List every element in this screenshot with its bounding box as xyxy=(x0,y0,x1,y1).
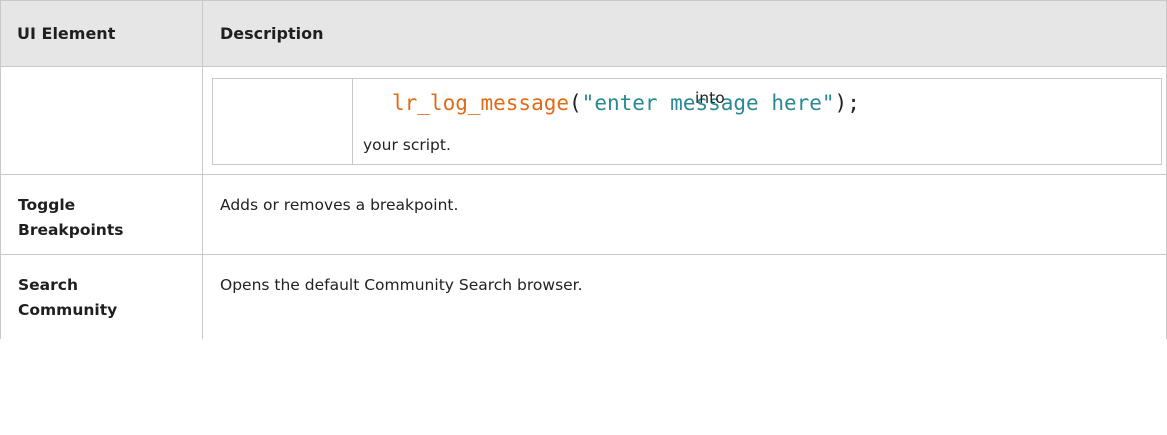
table-row: Search Community Opens the default Commun… xyxy=(0,254,1167,339)
description-cell: Opens the default Community Search brows… xyxy=(202,254,1167,339)
nested-table: lr_log_message("enter message here"); in… xyxy=(212,78,1162,165)
header-description: Description xyxy=(202,0,1167,67)
ui-element-cell: Search Community xyxy=(0,254,203,339)
ui-element-cell xyxy=(0,66,203,175)
table-header-row: UI Element Description xyxy=(0,0,1167,67)
text-into: into xyxy=(695,89,725,107)
ui-element-cell: Toggle Breakpoints xyxy=(0,174,203,255)
nested-content-cell: lr_log_message("enter message here"); in… xyxy=(352,78,1162,165)
header-ui-element: UI Element xyxy=(0,0,203,67)
code-snippet: lr_log_message("enter message here"); xyxy=(392,91,860,115)
table-row: lr_log_message("enter message here"); in… xyxy=(0,66,1167,175)
text-your-script: your script. xyxy=(363,136,451,154)
description-text: Adds or removes a breakpoint. xyxy=(220,196,459,214)
table-row: Toggle Breakpoints Adds or removes a brea… xyxy=(0,174,1167,255)
nested-blank-cell xyxy=(212,78,353,165)
ui-element-name: Toggle Breakpoints xyxy=(18,196,124,239)
ui-element-table: UI Element Description lr_log_message("e… xyxy=(0,0,1167,339)
description-text: Opens the default Community Search brows… xyxy=(220,276,583,294)
description-cell: Adds or removes a breakpoint. xyxy=(202,174,1167,255)
ui-element-name: Search Community xyxy=(18,276,118,319)
description-cell: lr_log_message("enter message here"); in… xyxy=(202,66,1167,175)
